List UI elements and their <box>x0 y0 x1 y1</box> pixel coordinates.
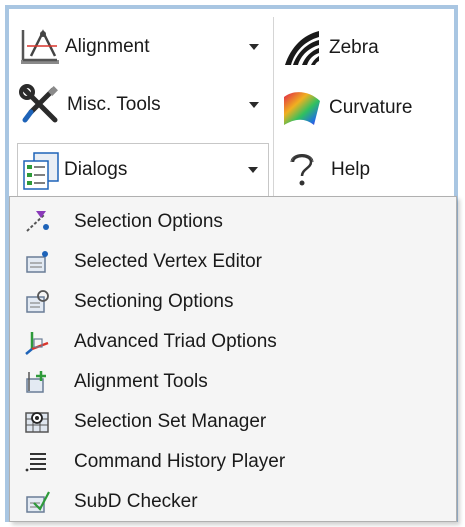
alignment-icon <box>17 24 63 70</box>
help-button[interactable]: Help <box>279 143 449 196</box>
zebra-label: Zebra <box>329 37 379 58</box>
menu-item-label: Advanced Triad Options <box>74 331 277 352</box>
wrench-screwdriver-icon <box>17 82 63 128</box>
menu-item-label: Selected Vertex Editor <box>74 251 262 272</box>
selection-set-manager-icon <box>24 409 50 435</box>
menu-item-subd-checker[interactable]: SubD Checker <box>10 482 456 522</box>
alignment-tools-icon <box>24 369 50 395</box>
misc-tools-dropdown-button[interactable]: Misc. Tools <box>17 77 269 133</box>
menu-item-label: Alignment Tools <box>74 371 208 392</box>
menu-item-label: Sectioning Options <box>74 291 234 312</box>
menu-item-command-history-player[interactable]: Command History Player <box>10 442 456 482</box>
subd-checker-icon <box>24 489 50 515</box>
help-label: Help <box>331 158 371 180</box>
help-icon <box>279 147 325 193</box>
curvature-button[interactable]: Curvature <box>279 81 449 135</box>
triad-options-icon <box>24 329 50 355</box>
curvature-icon <box>279 85 325 131</box>
chevron-down-icon <box>249 102 259 108</box>
menu-item-label: SubD Checker <box>74 491 198 512</box>
dialogs-icon <box>18 147 64 193</box>
curvature-label: Curvature <box>329 97 413 118</box>
ribbon-panel: Alignment Misc. Tools Dialogs Zebra Curv… <box>9 9 454 199</box>
dialogs-label: Dialogs <box>64 159 128 180</box>
menu-item-label: Command History Player <box>74 451 286 472</box>
zebra-icon <box>279 25 325 71</box>
menu-item-sectioning-options[interactable]: Sectioning Options <box>10 282 456 322</box>
command-history-icon <box>24 449 50 475</box>
menu-item-selected-vertex-editor[interactable]: Selected Vertex Editor <box>10 242 456 282</box>
zebra-button[interactable]: Zebra <box>279 21 449 75</box>
chevron-down-icon <box>248 167 258 173</box>
menu-item-alignment-tools[interactable]: Alignment Tools <box>10 362 456 402</box>
selection-options-icon <box>24 209 50 235</box>
dialogs-menu: Selection Options Selected Vertex Editor… <box>9 196 457 522</box>
alignment-dropdown-button[interactable]: Alignment <box>17 19 269 75</box>
column-divider <box>273 17 274 199</box>
misc-tools-label: Misc. Tools <box>67 94 161 115</box>
menu-item-selection-set-manager[interactable]: Selection Set Manager <box>10 402 456 442</box>
menu-item-label: Selection Options <box>74 211 223 232</box>
menu-item-label: Selection Set Manager <box>74 411 267 432</box>
dialogs-dropdown-button[interactable]: Dialogs <box>17 143 269 196</box>
menu-item-advanced-triad-options[interactable]: Advanced Triad Options <box>10 322 456 362</box>
chevron-down-icon <box>249 44 259 50</box>
menu-item-selection-options[interactable]: Selection Options <box>10 202 456 242</box>
alignment-label: Alignment <box>65 36 150 57</box>
sectioning-options-icon <box>24 289 50 315</box>
vertex-editor-icon <box>24 249 50 275</box>
